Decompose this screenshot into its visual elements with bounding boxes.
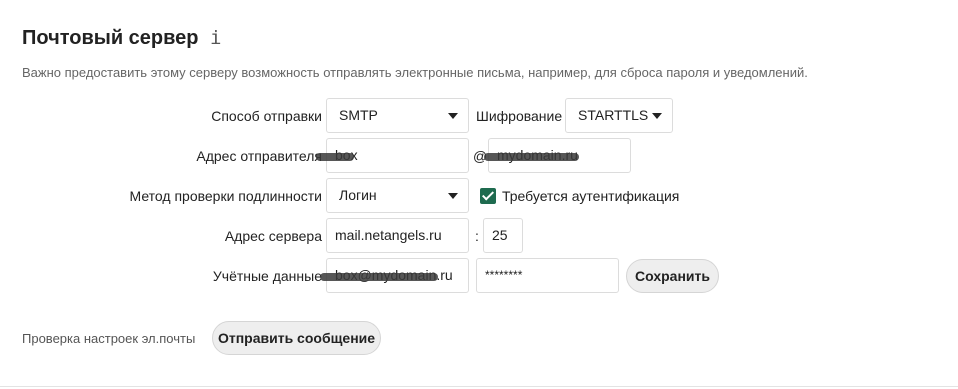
server-label: Адрес сервера [224,228,322,244]
credentials-password-value: ******** [485,268,523,282]
port-separator: : [475,228,479,244]
auth-required-checkbox[interactable] [480,188,496,204]
save-button[interactable]: Сохранить [626,259,719,293]
send-mode-value: SMTP [339,107,378,123]
redaction-scribble [316,153,354,161]
send-mode-select[interactable]: SMTP [326,98,469,133]
section-description: Важно предоставить этому серверу возможн… [22,65,808,80]
encryption-value: STARTTLS [578,107,649,123]
encryption-select[interactable]: STARTTLS [565,98,673,133]
auth-required-label: Требуется аутентификация [502,188,680,204]
divider [0,386,958,387]
credentials-password-input[interactable]: ******** [476,258,619,293]
send-mode-label: Способ отправки [211,108,322,124]
redaction-scribble [484,153,579,161]
encryption-label: Шифрование [476,108,563,124]
auth-method-select[interactable]: Логин [326,178,469,213]
auth-method-value: Логин [339,187,377,203]
chevron-down-icon [652,113,662,119]
credentials-label: Учётные данные [212,268,322,284]
test-settings-label: Проверка настроек эл.почты [22,331,196,346]
from-address-label: Адрес отправителя [196,148,322,164]
server-host-value: mail.netangels.ru [335,227,442,243]
server-port-value: 25 [492,227,508,243]
chevron-down-icon [448,113,458,119]
auth-method-label: Метод проверки подлинности [129,188,322,204]
server-host-input[interactable]: mail.netangels.ru [326,218,469,253]
section-title: Почтовый сервер [22,27,199,49]
server-port-input[interactable]: 25 [483,218,523,253]
send-test-message-button[interactable]: Отправить сообщение [212,321,381,355]
info-icon[interactable]: i [210,27,221,49]
chevron-down-icon [448,193,458,199]
redaction-scribble [320,273,438,281]
